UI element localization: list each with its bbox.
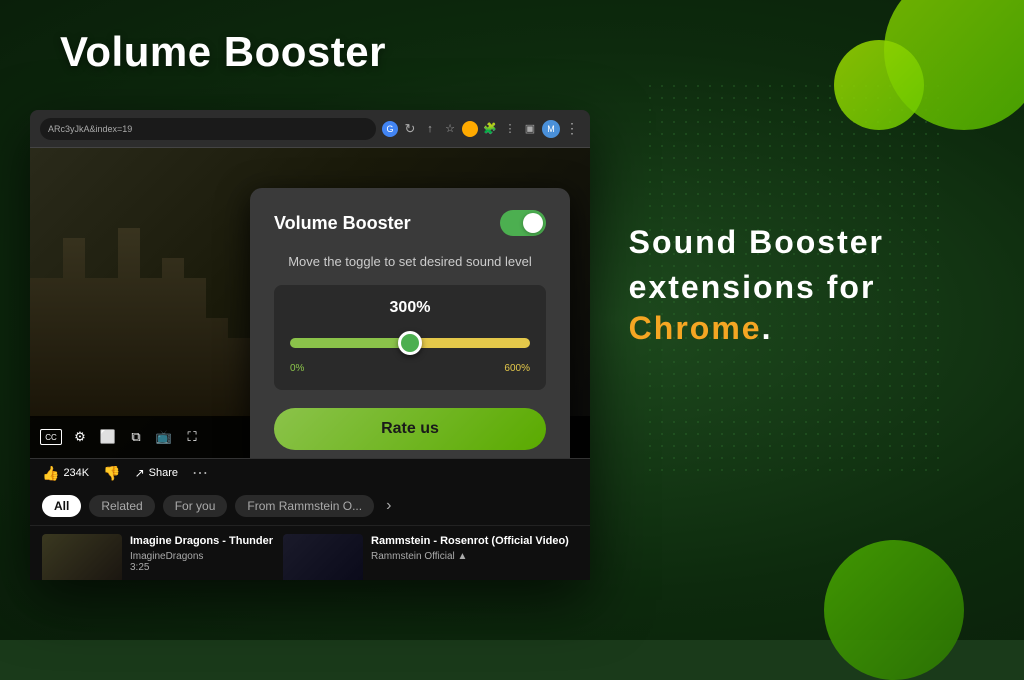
chrome-brand-text: Chrome [629,310,762,346]
tab-from-rammstein[interactable]: From Rammstein O... [235,495,374,517]
video-title-1: Imagine Dragons - Thunder [130,534,273,548]
browser-icons-group: G ↻ ↑ ☆ 🧩 ⋮ ▣ M ⋮ [382,120,580,138]
video-duration-1: 3:25 [130,562,273,573]
menu-icon[interactable]: ⋮ [564,121,580,137]
rate-us-button[interactable]: Rate us [274,408,546,450]
cast-icon[interactable]: 📺 [154,427,174,447]
volume-toggle[interactable] [500,210,546,236]
popup-subtitle: Move the toggle to set desired sound lev… [274,254,546,269]
slider-labels: 0% 600% [290,363,530,374]
share-label: Share [149,467,178,479]
popup-title: Volume Booster [274,213,411,234]
google-icon: G [382,121,398,137]
volume-percentage: 300% [290,299,530,317]
video-area: CC ⚙ ⬜ ⧉ 📺 ⛶ Volume Booster Move the tog… [30,148,590,458]
toggle-knob [523,213,543,233]
slider-max-label: 600% [504,363,530,374]
extension-active-icon[interactable] [462,121,478,137]
list-item: Imagine Dragons - Thunder ImagineDragons… [42,534,273,580]
recommendation-tabs: All Related For you From Rammstein O... … [30,487,590,526]
channel-name-1: ImagineDragons [130,551,273,562]
list-item: Rammstein - Rosenrot (Official Video) Ra… [283,534,569,580]
tab-all[interactable]: All [42,495,81,517]
cc-icon[interactable]: CC [40,429,62,445]
like-button[interactable]: 👍 234K [42,465,89,482]
refresh-icon[interactable]: ↻ [402,121,418,137]
bookmark-icon[interactable]: ☆ [442,121,458,137]
video-action-bar: 👍 234K 👎 ↗ Share ⋯ [30,459,590,487]
extension-popup: Volume Booster Move the toggle to set de… [250,188,570,458]
share-arrow-icon: ↗ [135,466,145,480]
address-bar[interactable]: ARc3yJkA&index=19 [40,118,376,140]
theater-mode-icon[interactable]: ⬜ [98,427,118,447]
thumbs-down-icon: 👎 [103,465,120,482]
video-thumbnail-2[interactable] [283,534,363,580]
video-thumbnail-1[interactable] [42,534,122,580]
slider-min-label: 0% [290,363,304,374]
like-count: 234K [63,467,89,479]
circle-decoration-top-right-2 [834,40,924,130]
thumbs-up-icon: 👍 [42,465,59,482]
tab-related[interactable]: Related [89,495,154,517]
video-info-1: Imagine Dragons - Thunder ImagineDragons… [130,534,273,573]
circle-decoration-bottom-right [824,540,964,680]
slider-container: 300% 0% 600% [274,285,546,390]
address-text: ARc3yJkA&index=19 [48,124,132,134]
picture-in-picture-icon[interactable]: ⧉ [126,427,146,447]
dislike-button[interactable]: 👎 [103,465,120,482]
settings-icon[interactable]: ⚙ [70,427,90,447]
popup-header: Volume Booster [274,210,546,236]
period-text: . [762,310,771,346]
sidebar-icon[interactable]: ▣ [522,121,538,137]
browser-toolbar: ARc3yJkA&index=19 G ↻ ↑ ☆ 🧩 ⋮ ▣ M ⋮ [30,110,590,148]
right-text-section: Sound Booster extensions for Chrome. [629,220,884,347]
tabs-more-icon[interactable]: › [386,497,391,515]
youtube-recommendations: 👍 234K 👎 ↗ Share ⋯ All Related For you F… [30,458,590,580]
profile-icon[interactable]: M [542,120,560,138]
tab-for-you[interactable]: For you [163,495,228,517]
video-results-list: Imagine Dragons - Thunder ImagineDragons… [30,526,590,580]
share-icon[interactable]: ↑ [422,121,438,137]
slider-track-wrapper[interactable] [290,329,530,357]
share-button[interactable]: ↗ Share [135,466,178,480]
more-options-icon[interactable]: ⋯ [192,463,208,483]
thumbnail-image-2 [283,534,363,580]
slider-track [290,338,530,348]
video-title-2: Rammstein - Rosenrot (Official Video) [371,534,569,548]
channel-name-2: Rammstein Official ▲ [371,551,569,562]
fullscreen-icon[interactable]: ⛶ [182,427,202,447]
video-info-2: Rammstein - Rosenrot (Official Video) Ra… [371,534,569,562]
headline-line1: Sound Booster [629,220,884,265]
headline-line2: extensions for [629,265,884,310]
browser-window: ARc3yJkA&index=19 G ↻ ↑ ☆ 🧩 ⋮ ▣ M ⋮ CC ⚙… [30,110,590,580]
slider-thumb[interactable] [398,331,422,355]
thumbnail-image-1 [42,534,122,580]
page-title: Volume Booster [60,28,386,76]
puzzle-icon[interactable]: 🧩 [482,121,498,137]
extensions-icon[interactable]: ⋮ [502,121,518,137]
